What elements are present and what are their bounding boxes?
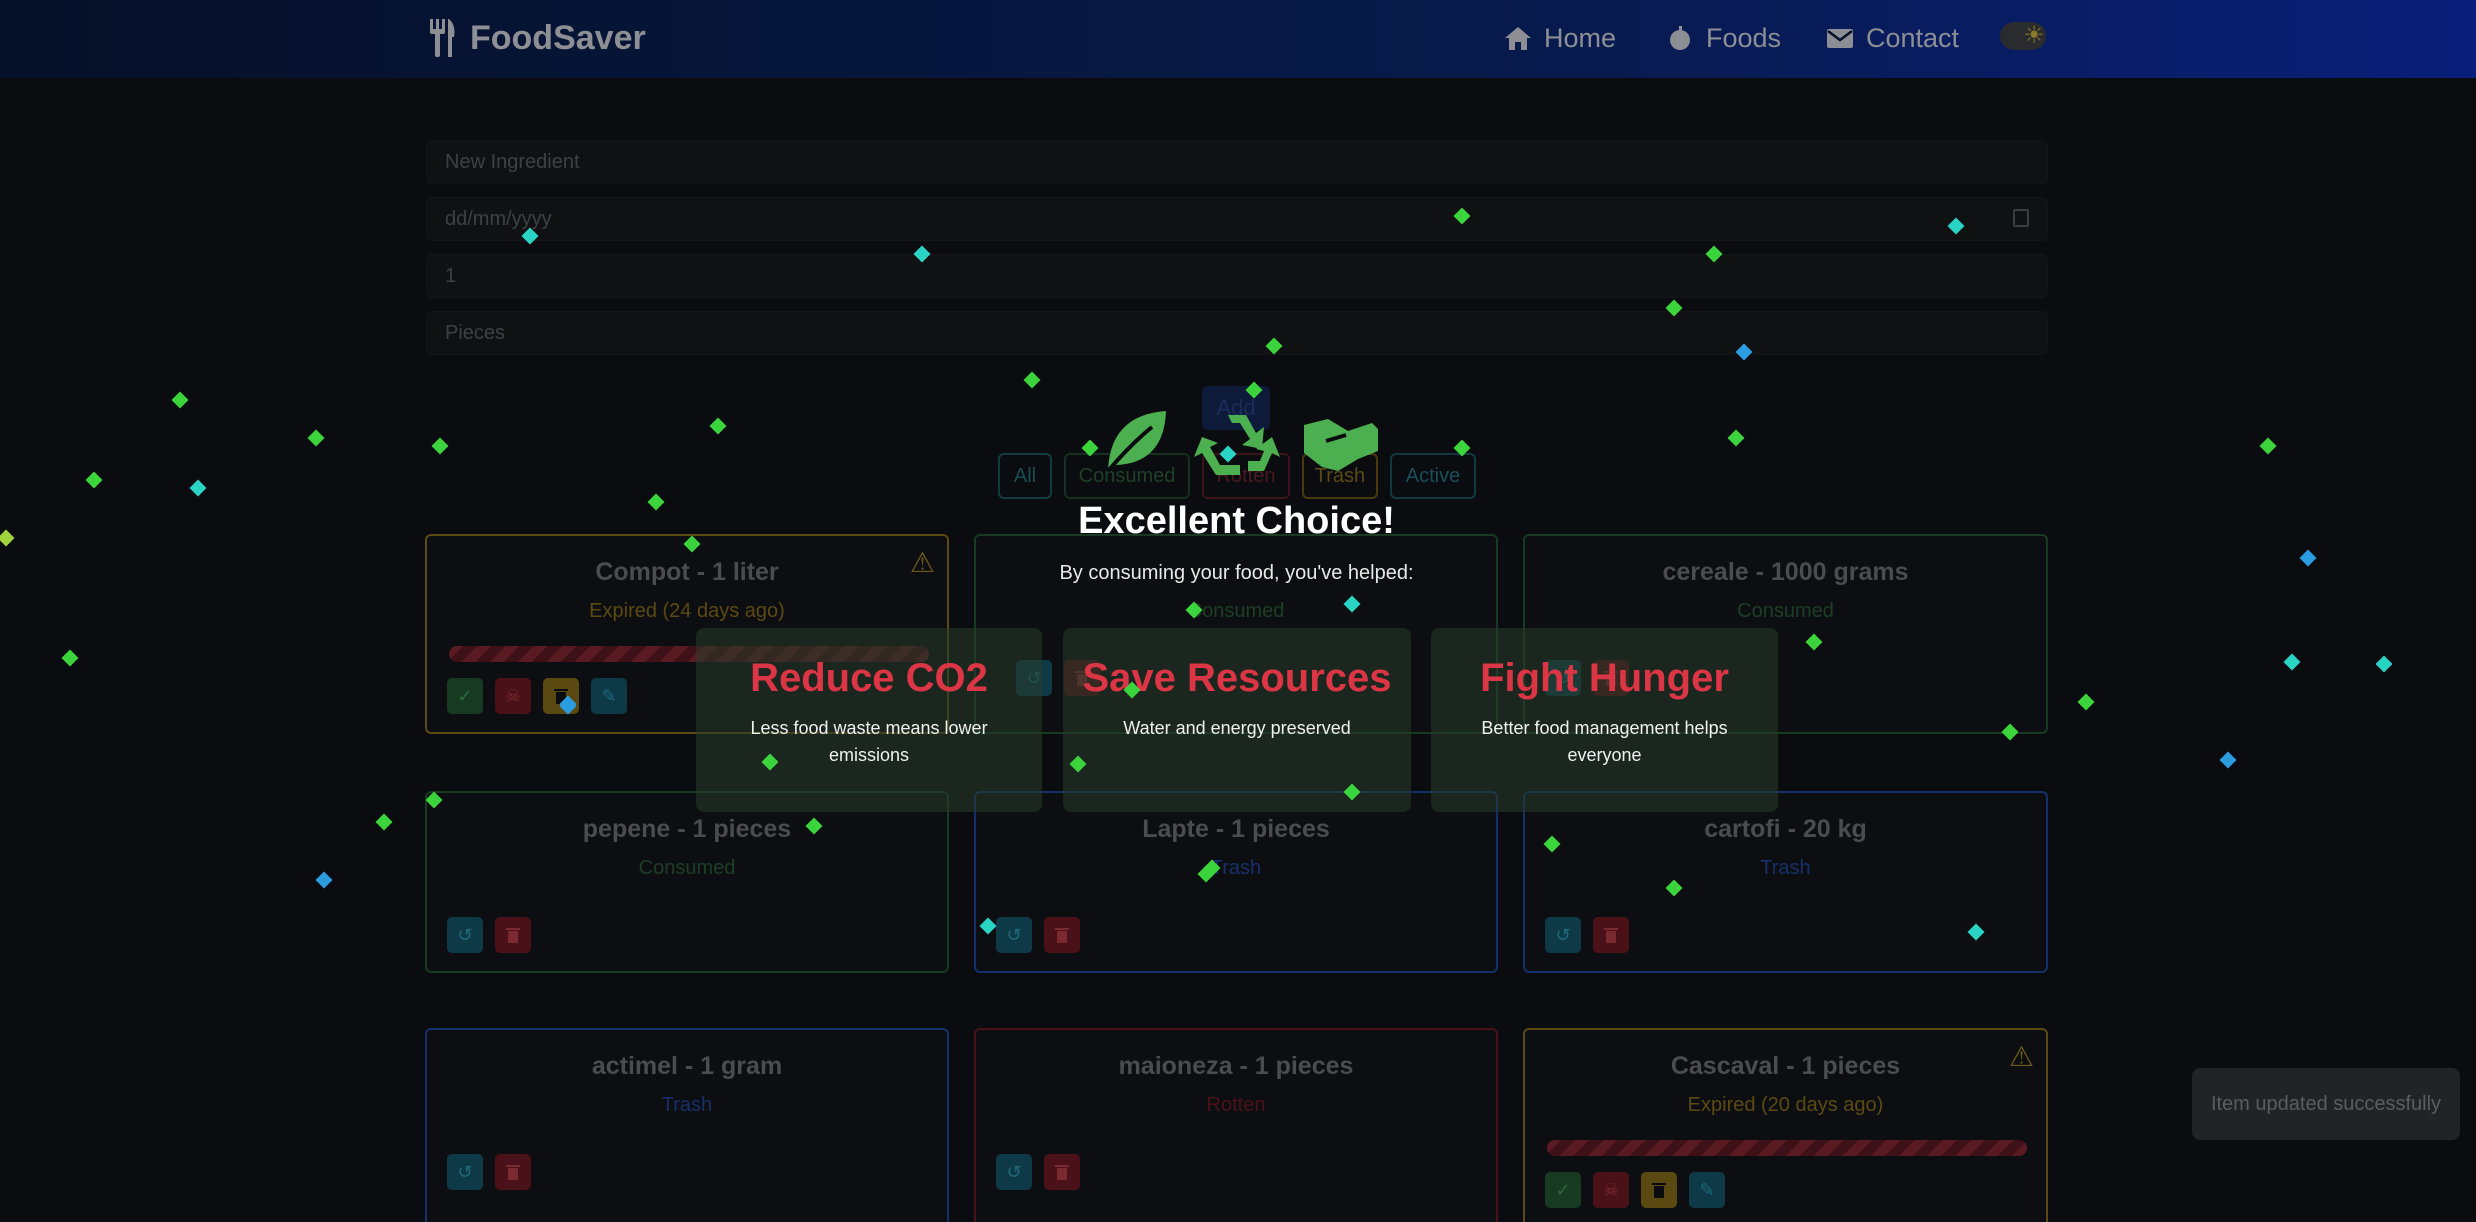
benefit-card-co2: Reduce CO2 Less food waste means lower e… <box>696 628 1042 812</box>
confetti-piece <box>683 535 701 553</box>
benefit-text: Better food management helps everyone <box>1481 718 1728 765</box>
confetti-piece <box>189 479 207 497</box>
confetti-piece <box>1081 439 1099 457</box>
confetti-piece <box>0 529 15 547</box>
handshake-icon <box>1304 419 1378 471</box>
recycle-icon <box>1194 415 1280 475</box>
benefit-card-resources: Save Resources Water and energy preserve… <box>1063 628 1411 812</box>
confetti-piece <box>2283 653 2301 671</box>
celebration-overlay[interactable]: Excellent Choice! By consuming your food… <box>0 0 2476 1222</box>
benefit-text: Water and energy preserved <box>1123 718 1351 738</box>
confetti-piece <box>1453 439 1471 457</box>
confetti-piece <box>2077 693 2095 711</box>
benefit-heading: Fight Hunger <box>1480 656 1729 700</box>
confetti-piece <box>375 813 393 831</box>
confetti-piece <box>1705 245 1723 263</box>
confetti-piece <box>805 817 823 835</box>
confetti-piece <box>1185 601 1203 619</box>
confetti-piece <box>1805 633 1823 651</box>
confetti-piece <box>1343 595 1361 613</box>
confetti-piece <box>307 429 325 447</box>
benefit-heading: Save Resources <box>1082 656 1392 700</box>
confetti-piece <box>1245 381 1263 399</box>
confetti-piece <box>913 245 931 263</box>
impact-icons <box>1106 411 1378 475</box>
confetti-piece <box>1543 835 1561 853</box>
confetti-piece <box>979 917 997 935</box>
confetti-piece <box>171 391 189 409</box>
leaf-icon <box>1106 411 1166 473</box>
confetti-piece <box>647 493 665 511</box>
confetti-piece <box>2299 549 2317 567</box>
confetti-piece <box>709 417 727 435</box>
modal-title: Excellent Choice! <box>1078 500 1395 542</box>
confetti-piece <box>2001 723 2019 741</box>
benefit-card-hunger: Fight Hunger Better food management help… <box>1431 628 1778 812</box>
confetti-piece <box>1665 299 1683 317</box>
confetti-piece <box>1735 343 1753 361</box>
confetti-piece <box>2219 751 2237 769</box>
benefit-heading: Reduce CO2 <box>750 656 988 700</box>
confetti-piece <box>1967 923 1985 941</box>
confetti-piece <box>1453 207 1471 225</box>
confetti-piece <box>1023 371 1041 389</box>
confetti-piece <box>315 871 333 889</box>
confetti-piece <box>521 227 539 245</box>
confetti-piece <box>2375 655 2393 673</box>
confetti-piece <box>1265 337 1283 355</box>
confetti-piece <box>85 471 103 489</box>
confetti-piece <box>61 649 79 667</box>
confetti-piece <box>1947 217 1965 235</box>
modal-subtitle: By consuming your food, you've helped: <box>1059 562 1414 584</box>
confetti-piece <box>431 437 449 455</box>
confetti-piece <box>425 791 443 809</box>
confetti-piece <box>2259 437 2277 455</box>
confetti-piece <box>1665 879 1683 897</box>
confetti-piece <box>1727 429 1745 447</box>
